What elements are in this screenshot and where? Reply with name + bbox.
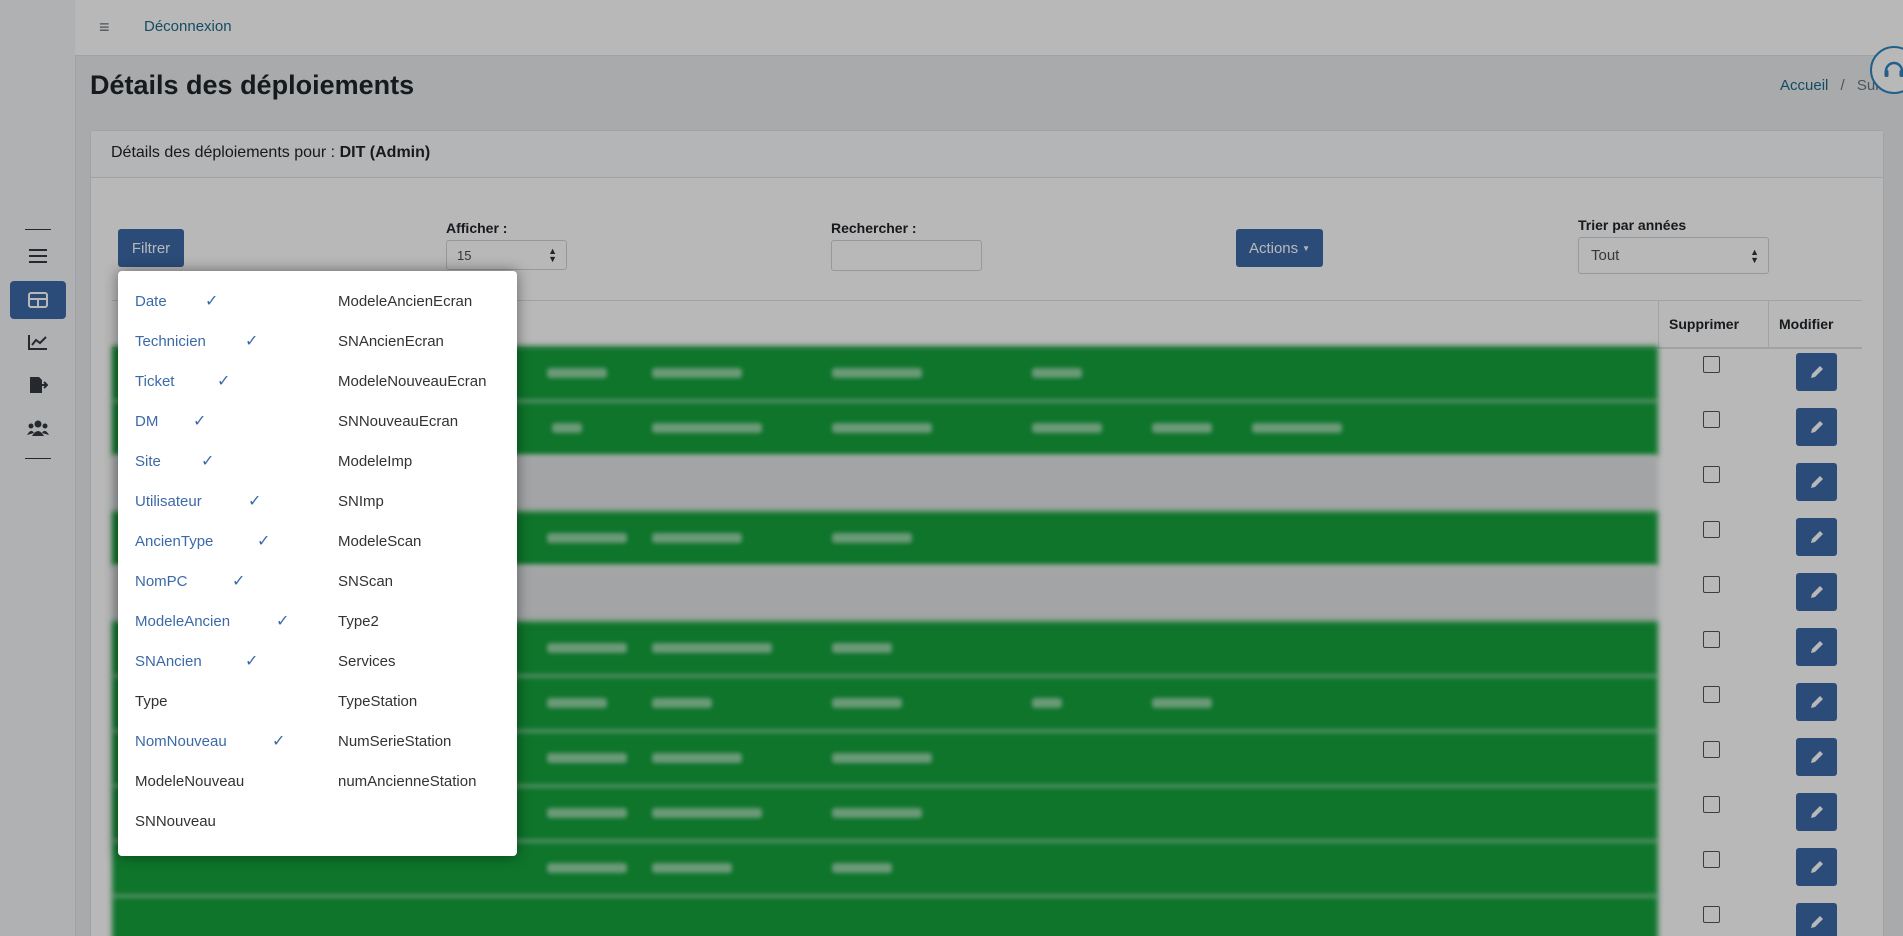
filter-option-modeleancien[interactable]: ModeleAncien: [135, 613, 230, 631]
filter-option-modelenouveau[interactable]: ModeleNouveau: [135, 773, 244, 791]
filter-option-snimp[interactable]: SNImp: [338, 493, 384, 511]
checkmark-icon: ✓: [248, 493, 262, 510]
filter-option-typestation[interactable]: TypeStation: [338, 693, 417, 711]
filter-option-snnouveauecran[interactable]: SNNouveauEcran: [338, 413, 458, 431]
filter-option-technicien[interactable]: Technicien: [135, 333, 206, 351]
filter-option-type2[interactable]: Type2: [338, 613, 379, 631]
filter-option-ticket[interactable]: Ticket: [135, 373, 174, 391]
filter-option-type[interactable]: Type: [135, 693, 168, 711]
checkmark-icon: ✓: [245, 333, 259, 350]
filter-option-date[interactable]: Date: [135, 293, 167, 311]
filter-option-numanciennestation[interactable]: numAncienneStation: [338, 773, 476, 791]
checkmark-icon: ✓: [193, 413, 207, 430]
checkmark-icon: ✓: [217, 373, 231, 390]
filter-option-nompc[interactable]: NomPC: [135, 573, 188, 591]
app-root: ≡ Déconnexion Détails des déploiements A…: [0, 0, 1903, 936]
filter-option-dm[interactable]: DM: [135, 413, 158, 431]
filter-option-nomnouveau[interactable]: NomNouveau: [135, 733, 227, 751]
column-filter-menu: Date ✓ Technicien ✓ Ticket ✓ DM ✓ Site ✓ Utilisate…: [118, 271, 517, 856]
filter-option-modeleancienecran[interactable]: ModeleAncienEcran: [338, 293, 472, 311]
checkmark-icon: ✓: [276, 613, 290, 630]
checkmark-icon: ✓: [272, 733, 286, 750]
filter-option-site[interactable]: Site: [135, 453, 161, 471]
checkmark-icon: ✓: [232, 573, 246, 590]
filter-option-utilisateur[interactable]: Utilisateur: [135, 493, 202, 511]
filter-option-snancien[interactable]: SNAncien: [135, 653, 202, 671]
filter-option-modeleimp[interactable]: ModeleImp: [338, 453, 412, 471]
checkmark-icon: ✓: [205, 293, 219, 310]
filter-option-ancientype[interactable]: AncienType: [135, 533, 213, 551]
checkmark-icon: ✓: [257, 533, 271, 550]
filter-option-snancienecran[interactable]: SNAncienEcran: [338, 333, 444, 351]
filter-option-modelenouveauecran[interactable]: ModeleNouveauEcran: [338, 373, 486, 391]
checkmark-icon: ✓: [201, 453, 215, 470]
filter-option-services[interactable]: Services: [338, 653, 396, 671]
filter-option-snnouveau[interactable]: SNNouveau: [135, 813, 216, 831]
filter-option-numseriestation[interactable]: NumSerieStation: [338, 733, 451, 751]
filter-option-modelescan[interactable]: ModeleScan: [338, 533, 421, 551]
checkmark-icon: ✓: [245, 653, 259, 670]
filter-option-snscan[interactable]: SNScan: [338, 573, 393, 591]
